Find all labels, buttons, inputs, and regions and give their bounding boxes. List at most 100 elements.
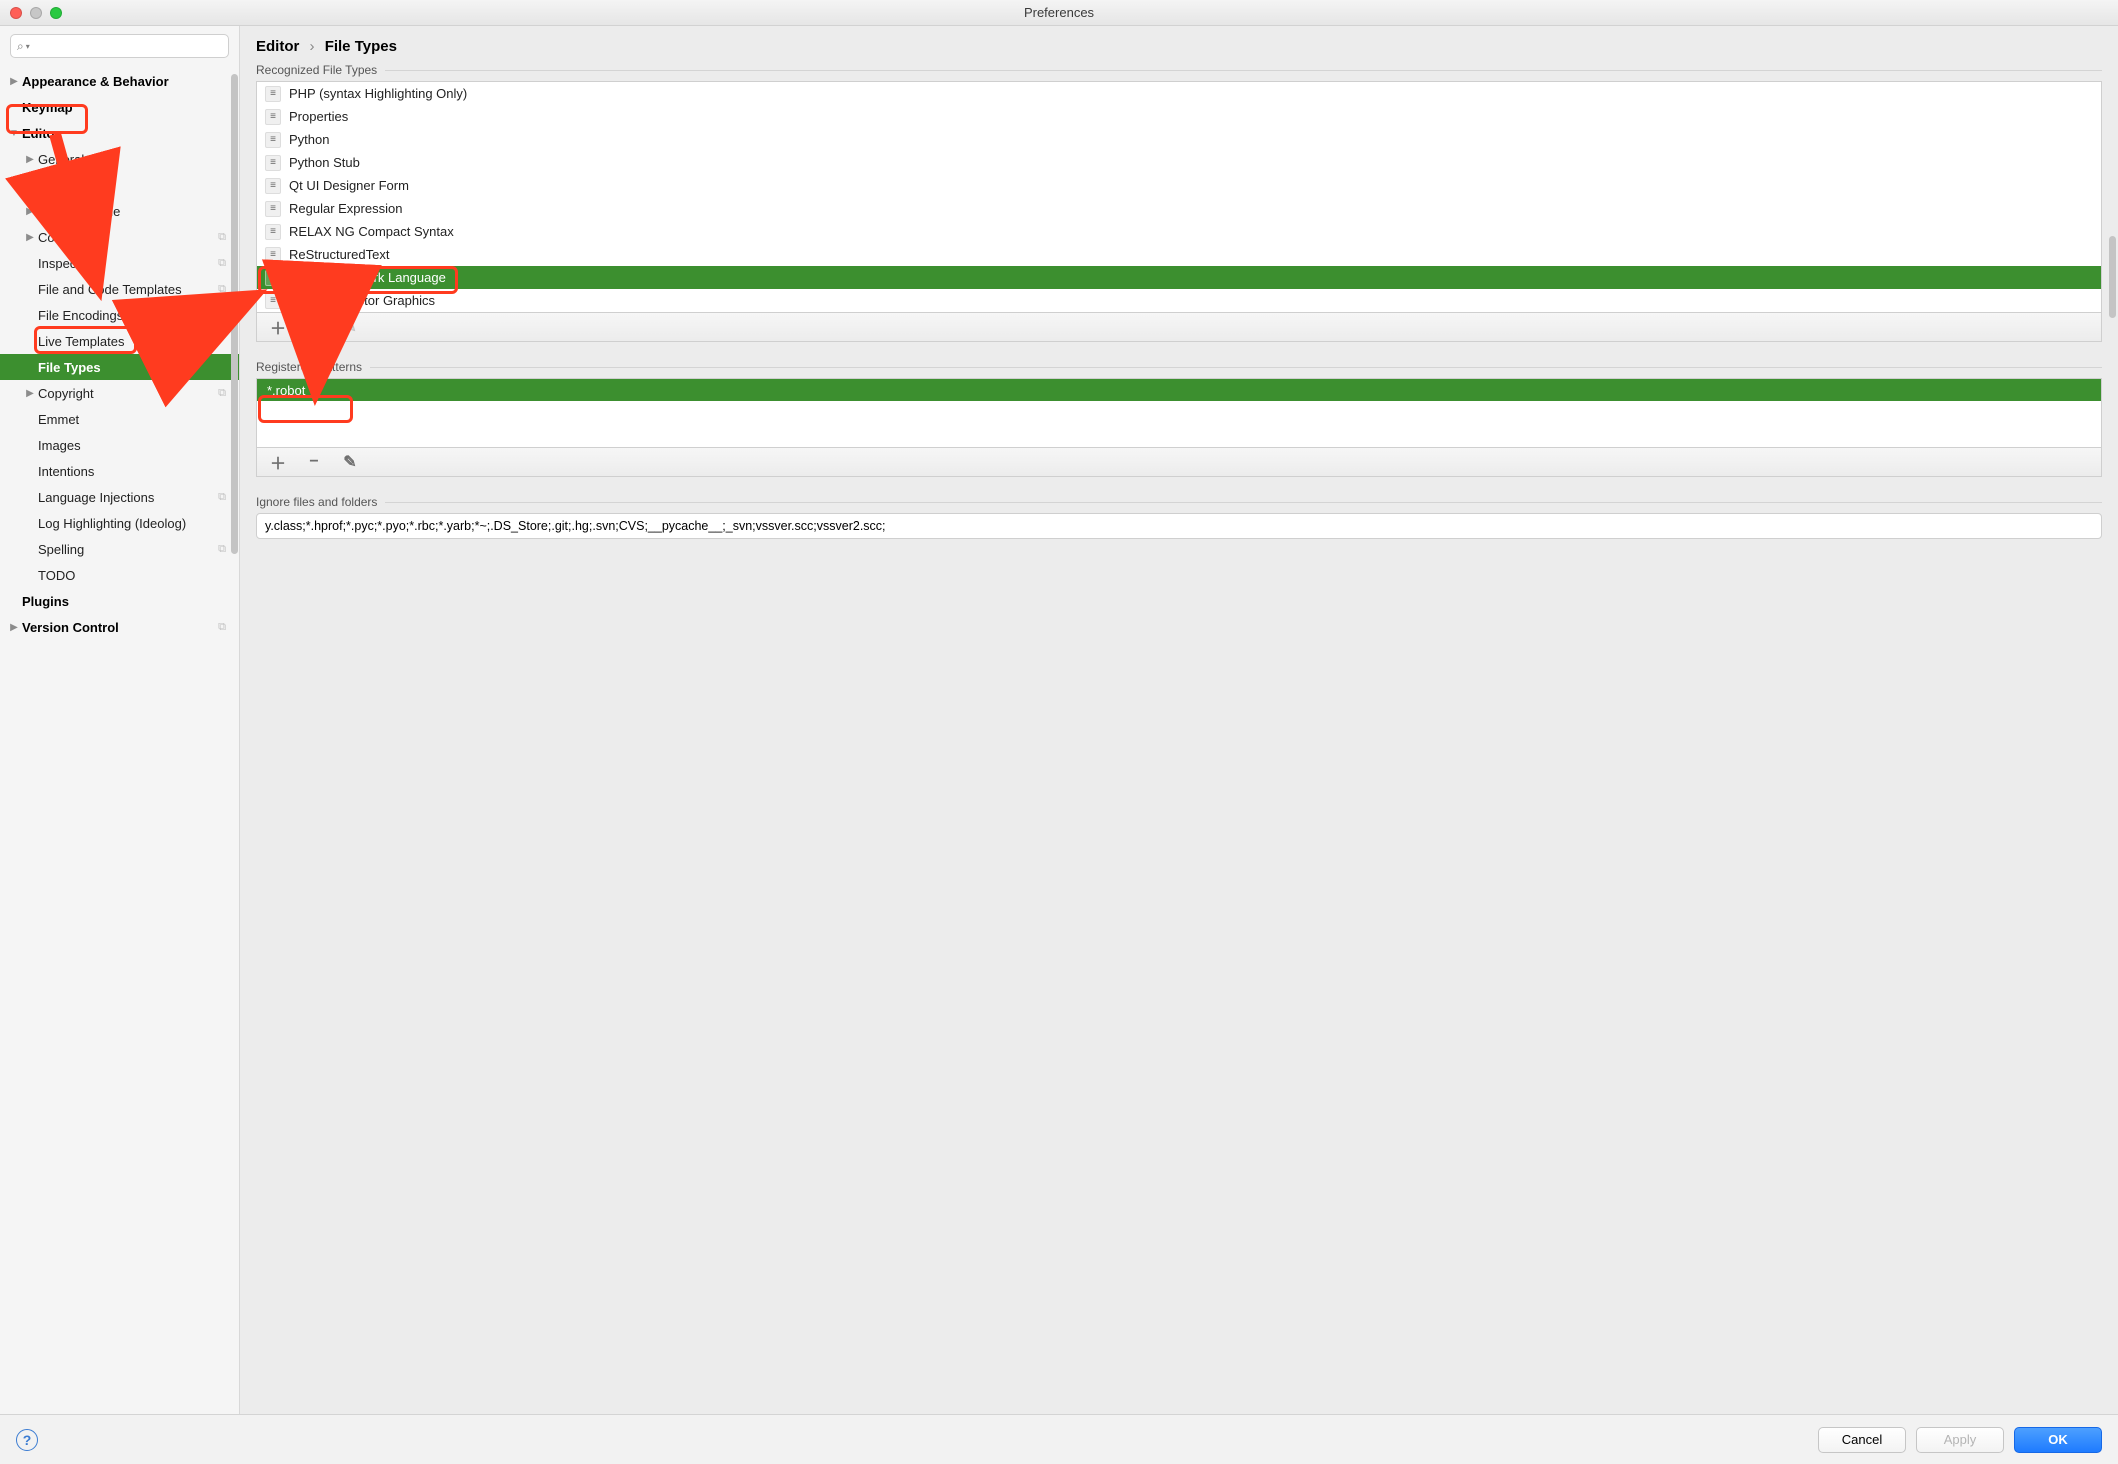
sidebar-item[interactable]: File Types [0, 354, 239, 380]
scheme-scope-icon: ⧉ [215, 386, 229, 400]
file-type-row[interactable]: ≡Robotframework Language [257, 266, 2101, 289]
add-pattern-button[interactable]: ＋ [269, 453, 287, 471]
file-type-label: ReStructuredText [289, 247, 389, 262]
sidebar-item[interactable]: TODO [0, 562, 239, 588]
section-recognized-file-types: Recognized File Types ≡PHP (syntax Highl… [256, 63, 2102, 342]
file-type-icon: ≡ [265, 201, 281, 217]
sidebar-item[interactable]: Images [0, 432, 239, 458]
pattern-label: *.robot [267, 383, 305, 398]
window-close-button[interactable] [10, 7, 22, 19]
preferences-tree[interactable]: ▶Appearance & BehaviorKeymap▼Editor▶Gene… [0, 64, 239, 1414]
breadcrumb: Editor › File Types [240, 26, 2118, 63]
sidebar-item[interactable]: Language Injections⧉ [0, 484, 239, 510]
file-type-label: Python [289, 132, 329, 147]
ignore-files-input[interactable] [256, 513, 2102, 539]
sidebar-item[interactable]: ▶Appearance & Behavior [0, 68, 239, 94]
window-minimize-button[interactable] [30, 7, 42, 19]
registered-patterns-list[interactable]: *.robot [256, 378, 2102, 447]
window-zoom-button[interactable] [50, 7, 62, 19]
preferences-sidebar: ⌕ ▾ ▶Appearance & BehaviorKeymap▼Editor▶… [0, 26, 240, 1414]
main-panel: Editor › File Types Recognized File Type… [240, 26, 2118, 1414]
sidebar-item-label: Emmet [38, 412, 79, 427]
file-type-row[interactable]: ≡ ReStructuredText [257, 243, 2101, 266]
sidebar-item[interactable]: Intentions [0, 458, 239, 484]
sidebar-item[interactable]: ▶Version Control⧉ [0, 614, 239, 640]
main-scrollbar[interactable] [2109, 236, 2116, 318]
cancel-button[interactable]: Cancel [1818, 1427, 1906, 1453]
file-type-row[interactable]: ≡ Qt UI Designer Form [257, 174, 2101, 197]
sidebar-search-input[interactable] [34, 39, 222, 53]
scheme-scope-icon: ⧉ [215, 230, 229, 244]
remove-file-type-button[interactable]: − [305, 318, 323, 336]
sidebar-item-label: General [38, 152, 84, 167]
sidebar-item[interactable]: Spelling ⧉ [0, 536, 239, 562]
recognized-toolbar: ＋ − ✎ [256, 312, 2102, 342]
sidebar-item-label: Font [38, 178, 64, 193]
sidebar-item[interactable]: Keymap [0, 94, 239, 120]
help-button[interactable]: ? [16, 1429, 38, 1451]
scheme-scope-icon: ⧉ [215, 282, 229, 296]
file-type-label: Regular Expression [289, 201, 402, 216]
breadcrumb-parent[interactable]: Editor [256, 38, 299, 55]
file-type-icon: ≡ [265, 224, 281, 240]
file-type-row[interactable]: ≡ Properties [257, 105, 2101, 128]
breadcrumb-current: File Types [325, 38, 397, 55]
file-type-row[interactable]: ≡RELAX NG Compact Syntax [257, 220, 2101, 243]
sidebar-item[interactable]: Font [0, 172, 239, 198]
window-traffic-lights [10, 7, 62, 19]
file-type-icon: ≡ [265, 178, 281, 194]
sidebar-item[interactable]: Inspections⧉ [0, 250, 239, 276]
ok-button[interactable]: OK [2014, 1427, 2102, 1453]
sidebar-item[interactable]: Plugins [0, 588, 239, 614]
sidebar-item[interactable]: Live Templates [0, 328, 239, 354]
section-ignore: Ignore files and folders [256, 495, 2102, 539]
remove-pattern-button[interactable]: − [305, 453, 323, 471]
file-type-label: Python Stub [289, 155, 360, 170]
sidebar-item-label: Images [38, 438, 81, 453]
window-title: Preferences [1024, 5, 1094, 20]
edit-file-type-button[interactable]: ✎ [341, 318, 359, 336]
sidebar-item-label: Log Highlighting (Ideolog) [38, 516, 186, 531]
file-type-label: Qt UI Designer Form [289, 178, 409, 193]
sidebar-search[interactable]: ⌕ ▾ [10, 34, 229, 58]
sidebar-scrollbar[interactable] [231, 74, 238, 554]
sidebar-item-label: File and Code Templates [38, 282, 182, 297]
sidebar-item[interactable]: Emmet [0, 406, 239, 432]
file-type-row[interactable]: ≡ Regular Expression [257, 197, 2101, 220]
file-type-label: PHP (syntax Highlighting Only) [289, 86, 467, 101]
file-type-icon: ≡ [265, 86, 281, 102]
file-type-icon: ≡ [265, 270, 281, 286]
file-type-row[interactable]: ≡ PHP (syntax Highlighting Only) [257, 82, 2101, 105]
sidebar-item[interactable]: ▶General [0, 146, 239, 172]
tree-arrow-icon: ▶ [8, 76, 20, 87]
scheme-scope-icon: ⧉ [215, 542, 229, 556]
recognized-file-types-list[interactable]: ≡ PHP (syntax Highlighting Only) ≡ Properti… [256, 81, 2102, 312]
search-icon: ⌕ [17, 39, 24, 54]
chevron-down-icon: ▾ [26, 42, 30, 51]
sidebar-item[interactable]: Log Highlighting (Ideolog) [0, 510, 239, 536]
tree-arrow-icon: ▶ [8, 622, 20, 633]
sidebar-item[interactable]: ▶Code Style⧉ [0, 224, 239, 250]
tree-arrow-icon: ▶ [24, 232, 36, 243]
sidebar-item[interactable]: ▼Editor [0, 120, 239, 146]
apply-button[interactable]: Apply [1916, 1427, 2004, 1453]
sidebar-item[interactable]: File Encodings⧉ [0, 302, 239, 328]
file-type-row[interactable]: ≡Python Stub [257, 151, 2101, 174]
dialog-button-bar: ? Cancel Apply OK [0, 1414, 2118, 1464]
file-type-icon: ≡ [265, 109, 281, 125]
sidebar-item-label: Intentions [38, 464, 94, 479]
sidebar-item-label: Spelling [38, 542, 84, 557]
add-file-type-button[interactable]: ＋ [269, 318, 287, 336]
file-type-row[interactable]: ≡ Python [257, 128, 2101, 151]
pattern-row[interactable]: *.robot [257, 379, 2101, 401]
sidebar-item-label: TODO [38, 568, 75, 583]
file-type-row[interactable]: ≡Scalable Vector Graphics [257, 289, 2101, 312]
window-titlebar: Preferences [0, 0, 2118, 26]
file-type-label: Properties [289, 109, 348, 124]
sidebar-item[interactable]: ▶Color Scheme [0, 198, 239, 224]
file-type-icon: ≡ [265, 132, 281, 148]
edit-pattern-button[interactable]: ✎ [341, 453, 359, 471]
sidebar-item[interactable]: File and Code Templates ⧉ [0, 276, 239, 302]
file-type-icon: ≡ [265, 247, 281, 263]
sidebar-item[interactable]: ▶Copyright⧉ [0, 380, 239, 406]
